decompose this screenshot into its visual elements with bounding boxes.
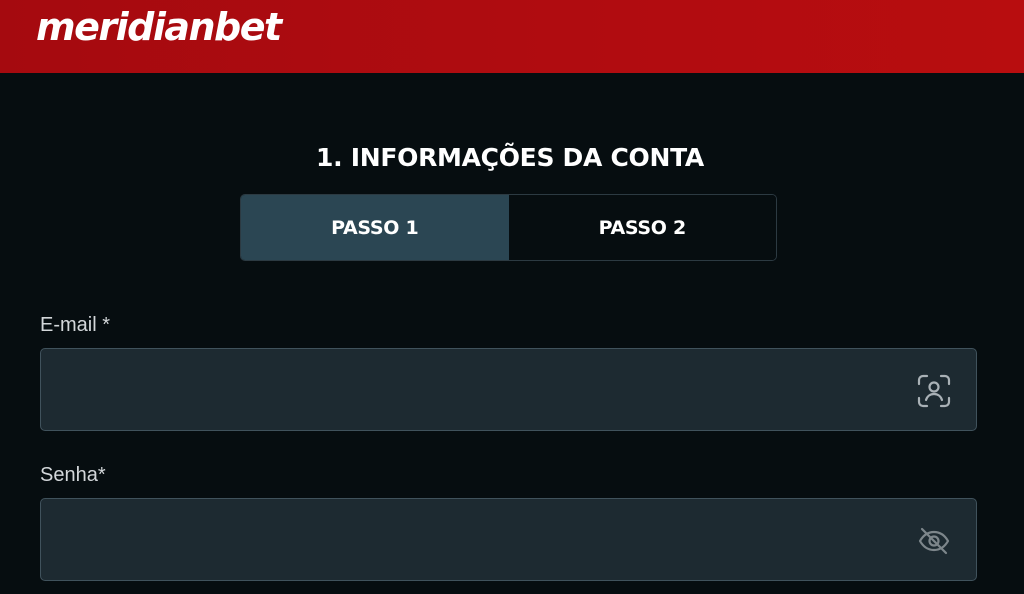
email-label: E-mail * [40,314,111,336]
eye-off-icon[interactable] [916,523,952,559]
password-field-container [40,498,977,581]
section-title: 1. INFORMAÇÕES DA CONTA [316,143,704,172]
password-field[interactable] [41,499,901,580]
email-field-container [40,348,977,431]
email-field[interactable] [41,349,901,430]
step-2-tab[interactable]: PASSO 2 [508,195,776,260]
meridianbet-logo[interactable]: meridianbet [36,4,282,50]
top-header: meridianbet [0,0,1024,73]
user-scan-icon[interactable] [916,373,952,409]
step-1-tab[interactable]: PASSO 1 [241,195,509,260]
password-label: Senha* [40,464,106,486]
step-switcher: PASSO 1 PASSO 2 [240,194,777,261]
